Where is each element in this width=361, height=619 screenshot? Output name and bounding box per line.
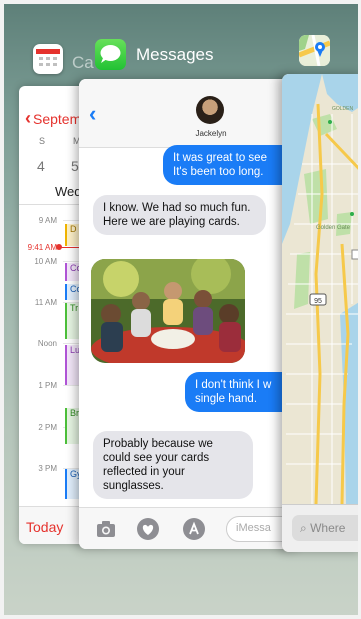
calendar-month-label: Septem: [33, 111, 82, 127]
time-label: 10 AM: [34, 257, 57, 266]
shared-photo[interactable]: [91, 259, 245, 363]
calendar-app-label: Ca: [72, 53, 94, 72]
maps-search-placeholder: Where: [310, 521, 346, 535]
messages-card[interactable]: ‹ Jackelyn It was great to see It's been…: [79, 79, 301, 549]
time-label: Noon: [37, 339, 57, 348]
maps-search-panel: ⌕ Where: [282, 504, 361, 552]
map-highway-shield: 95: [314, 298, 322, 305]
app-store-icon[interactable]: [183, 518, 205, 540]
date-cell[interactable]: 4: [37, 158, 45, 174]
map-label: GOLDEN: [332, 106, 354, 112]
maps-app-icon[interactable]: [299, 35, 330, 66]
message-input-bar: iMessa: [79, 507, 301, 549]
chevron-left-icon: ‹: [25, 108, 31, 128]
frame-edge: [0, 0, 361, 4]
map-icon: [299, 35, 330, 66]
current-time-label: 9:41 AM: [27, 243, 57, 252]
day-title: Wed: [55, 184, 82, 199]
speech-bubble-icon: [100, 45, 121, 63]
search-icon: ⌕: [300, 521, 307, 535]
map-view[interactable]: 95 GOLDEN Golden Gate: [282, 74, 361, 505]
frame-edge: [0, 615, 361, 619]
calendar-icon: [36, 49, 60, 66]
calendar-back-button[interactable]: ‹ Septem: [25, 108, 81, 129]
time-label: 11 AM: [34, 298, 57, 307]
message-bubble-outgoing[interactable]: It was great to see It's been too long.: [163, 145, 301, 185]
camera-icon[interactable]: [95, 518, 117, 540]
messages-app-label: Messages: [136, 45, 214, 64]
maps-search-field[interactable]: ⌕ Where: [292, 515, 361, 541]
maps-card[interactable]: 95 GOLDEN Golden Gate ⌕ Where: [282, 74, 361, 552]
contact-name: Jackelyn: [195, 129, 227, 138]
frame-edge: [0, 0, 4, 619]
app-switcher: Ca ‹ Septem S M 4 5 Wed 9 AM 9:41 AM 10 A…: [0, 0, 361, 619]
photo-image: [91, 259, 245, 363]
weekday-label: S: [39, 136, 46, 146]
conversation-header: ‹ Jackelyn: [79, 79, 301, 148]
message-bubble-incoming[interactable]: Probably because we could see your cards…: [93, 431, 253, 499]
message-bubble-incoming[interactable]: I know. We had so much fun. Here we are …: [93, 195, 266, 235]
messages-app-icon[interactable]: [95, 39, 126, 70]
map-label: Golden Gate: [316, 225, 351, 231]
back-chevron-icon[interactable]: ‹: [89, 101, 96, 127]
calendar-app-icon[interactable]: [33, 44, 63, 74]
date-cell[interactable]: 5: [71, 158, 79, 174]
digital-touch-icon[interactable]: [137, 518, 159, 540]
time-label: 1 PM: [38, 381, 57, 390]
time-label: 9 AM: [38, 216, 57, 225]
time-label: 3 PM: [38, 464, 57, 473]
today-button[interactable]: Today: [26, 519, 63, 535]
avatar[interactable]: [196, 96, 224, 124]
time-label: 2 PM: [38, 423, 57, 432]
